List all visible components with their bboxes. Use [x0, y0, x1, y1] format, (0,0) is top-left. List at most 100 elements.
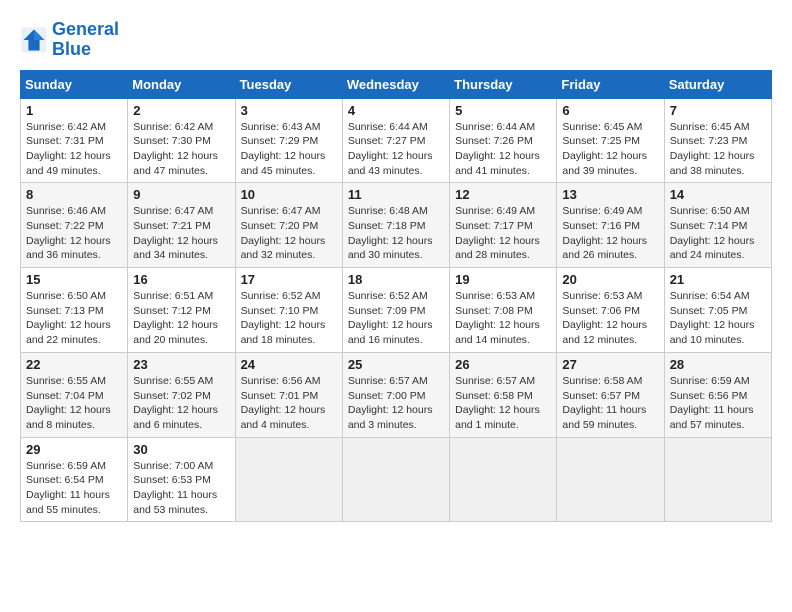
- weekday-header-row: SundayMondayTuesdayWednesdayThursdayFrid…: [21, 70, 772, 98]
- day-number: 8: [26, 187, 122, 202]
- day-cell-28: 28 Sunrise: 6:59 AM Sunset: 6:56 PM Dayli…: [664, 352, 771, 437]
- day-number: 29: [26, 442, 122, 457]
- day-info: Sunrise: 6:45 AM Sunset: 7:25 PM Dayligh…: [562, 120, 658, 179]
- day-cell-4: 4 Sunrise: 6:44 AM Sunset: 7:27 PM Daylig…: [342, 98, 449, 183]
- day-info: Sunrise: 6:52 AM Sunset: 7:10 PM Dayligh…: [241, 289, 337, 348]
- day-number: 13: [562, 187, 658, 202]
- day-number: 15: [26, 272, 122, 287]
- day-info: Sunrise: 6:42 AM Sunset: 7:31 PM Dayligh…: [26, 120, 122, 179]
- calendar-week-5: 29 Sunrise: 6:59 AM Sunset: 6:54 PM Dayli…: [21, 437, 772, 522]
- calendar-header: SundayMondayTuesdayWednesdayThursdayFrid…: [21, 70, 772, 98]
- day-info: Sunrise: 6:57 AM Sunset: 7:00 PM Dayligh…: [348, 374, 444, 433]
- day-info: Sunrise: 6:47 AM Sunset: 7:21 PM Dayligh…: [133, 204, 229, 263]
- day-info: Sunrise: 6:59 AM Sunset: 6:54 PM Dayligh…: [26, 459, 122, 518]
- day-info: Sunrise: 6:45 AM Sunset: 7:23 PM Dayligh…: [670, 120, 766, 179]
- calendar-body: 1 Sunrise: 6:42 AM Sunset: 7:31 PM Daylig…: [21, 98, 772, 522]
- day-info: Sunrise: 6:55 AM Sunset: 7:02 PM Dayligh…: [133, 374, 229, 433]
- day-info: Sunrise: 6:42 AM Sunset: 7:30 PM Dayligh…: [133, 120, 229, 179]
- day-cell-8: 8 Sunrise: 6:46 AM Sunset: 7:22 PM Daylig…: [21, 183, 128, 268]
- weekday-saturday: Saturday: [664, 70, 771, 98]
- day-cell-14: 14 Sunrise: 6:50 AM Sunset: 7:14 PM Dayli…: [664, 183, 771, 268]
- day-cell-19: 19Sunrise: 6:53 AM Sunset: 7:08 PM Dayli…: [450, 268, 557, 353]
- weekday-thursday: Thursday: [450, 70, 557, 98]
- page-header: General Blue: [20, 20, 772, 60]
- day-number: 1: [26, 103, 122, 118]
- day-cell-9: 9 Sunrise: 6:47 AM Sunset: 7:21 PM Daylig…: [128, 183, 235, 268]
- day-info: Sunrise: 6:55 AM Sunset: 7:04 PM Dayligh…: [26, 374, 122, 433]
- day-cell-16: 16 Sunrise: 6:51 AM Sunset: 7:12 PM Dayli…: [128, 268, 235, 353]
- empty-cell: [664, 437, 771, 522]
- day-cell-10: 10 Sunrise: 6:47 AM Sunset: 7:20 PM Dayli…: [235, 183, 342, 268]
- day-info: Sunrise: 6:54 AM Sunset: 7:05 PM Dayligh…: [670, 289, 766, 348]
- weekday-monday: Monday: [128, 70, 235, 98]
- weekday-sunday: Sunday: [21, 70, 128, 98]
- day-number: 4: [348, 103, 444, 118]
- day-number: 25: [348, 357, 444, 372]
- day-cell-30: 30Sunrise: 7:00 AM Sunset: 6:53 PM Dayli…: [128, 437, 235, 522]
- day-cell-12: 12Sunrise: 6:49 AM Sunset: 7:17 PM Dayli…: [450, 183, 557, 268]
- day-info: Sunrise: 6:49 AM Sunset: 7:16 PM Dayligh…: [562, 204, 658, 263]
- weekday-wednesday: Wednesday: [342, 70, 449, 98]
- day-cell-18: 18 Sunrise: 6:52 AM Sunset: 7:09 PM Dayli…: [342, 268, 449, 353]
- day-cell-26: 26 Sunrise: 6:57 AM Sunset: 6:58 PM Dayli…: [450, 352, 557, 437]
- day-number: 17: [241, 272, 337, 287]
- day-info: Sunrise: 6:56 AM Sunset: 7:01 PM Dayligh…: [241, 374, 337, 433]
- day-number: 11: [348, 187, 444, 202]
- day-info: Sunrise: 6:59 AM Sunset: 6:56 PM Dayligh…: [670, 374, 766, 433]
- day-info: Sunrise: 6:44 AM Sunset: 7:27 PM Dayligh…: [348, 120, 444, 179]
- day-number: 28: [670, 357, 766, 372]
- day-cell-17: 17 Sunrise: 6:52 AM Sunset: 7:10 PM Dayli…: [235, 268, 342, 353]
- empty-cell: [557, 437, 664, 522]
- day-cell-21: 21 Sunrise: 6:54 AM Sunset: 7:05 PM Dayli…: [664, 268, 771, 353]
- day-number: 10: [241, 187, 337, 202]
- day-info: Sunrise: 6:48 AM Sunset: 7:18 PM Dayligh…: [348, 204, 444, 263]
- calendar-week-3: 15 Sunrise: 6:50 AM Sunset: 7:13 PM Dayli…: [21, 268, 772, 353]
- day-number: 9: [133, 187, 229, 202]
- day-cell-23: 23 Sunrise: 6:55 AM Sunset: 7:02 PM Dayli…: [128, 352, 235, 437]
- day-cell-29: 29 Sunrise: 6:59 AM Sunset: 6:54 PM Dayli…: [21, 437, 128, 522]
- day-number: 3: [241, 103, 337, 118]
- day-info: Sunrise: 6:46 AM Sunset: 7:22 PM Dayligh…: [26, 204, 122, 263]
- logo-icon: [20, 26, 48, 54]
- day-number: 22: [26, 357, 122, 372]
- day-number: 2: [133, 103, 229, 118]
- day-cell-27: 27Sunrise: 6:58 AM Sunset: 6:57 PM Dayli…: [557, 352, 664, 437]
- day-info: Sunrise: 6:43 AM Sunset: 7:29 PM Dayligh…: [241, 120, 337, 179]
- day-info: Sunrise: 6:53 AM Sunset: 7:08 PM Dayligh…: [455, 289, 551, 348]
- day-cell-22: 22 Sunrise: 6:55 AM Sunset: 7:04 PM Dayli…: [21, 352, 128, 437]
- logo-text: General Blue: [52, 20, 119, 60]
- day-cell-25: 25 Sunrise: 6:57 AM Sunset: 7:00 PM Dayli…: [342, 352, 449, 437]
- day-number: 26: [455, 357, 551, 372]
- day-info: Sunrise: 7:00 AM Sunset: 6:53 PM Dayligh…: [133, 459, 229, 518]
- calendar-week-1: 1 Sunrise: 6:42 AM Sunset: 7:31 PM Daylig…: [21, 98, 772, 183]
- weekday-friday: Friday: [557, 70, 664, 98]
- day-info: Sunrise: 6:50 AM Sunset: 7:13 PM Dayligh…: [26, 289, 122, 348]
- empty-cell: [235, 437, 342, 522]
- day-cell-2: 2 Sunrise: 6:42 AM Sunset: 7:30 PM Daylig…: [128, 98, 235, 183]
- day-cell-24: 24 Sunrise: 6:56 AM Sunset: 7:01 PM Dayli…: [235, 352, 342, 437]
- day-cell-5: 5 Sunrise: 6:44 AM Sunset: 7:26 PM Daylig…: [450, 98, 557, 183]
- day-info: Sunrise: 6:53 AM Sunset: 7:06 PM Dayligh…: [562, 289, 658, 348]
- day-number: 5: [455, 103, 551, 118]
- empty-cell: [342, 437, 449, 522]
- day-info: Sunrise: 6:44 AM Sunset: 7:26 PM Dayligh…: [455, 120, 551, 179]
- day-number: 24: [241, 357, 337, 372]
- day-number: 20: [562, 272, 658, 287]
- day-cell-15: 15 Sunrise: 6:50 AM Sunset: 7:13 PM Dayli…: [21, 268, 128, 353]
- day-info: Sunrise: 6:49 AM Sunset: 7:17 PM Dayligh…: [455, 204, 551, 263]
- day-cell-20: 20 Sunrise: 6:53 AM Sunset: 7:06 PM Dayli…: [557, 268, 664, 353]
- day-info: Sunrise: 6:47 AM Sunset: 7:20 PM Dayligh…: [241, 204, 337, 263]
- day-info: Sunrise: 6:50 AM Sunset: 7:14 PM Dayligh…: [670, 204, 766, 263]
- empty-cell: [450, 437, 557, 522]
- day-cell-7: 7Sunrise: 6:45 AM Sunset: 7:23 PM Daylig…: [664, 98, 771, 183]
- day-number: 23: [133, 357, 229, 372]
- day-number: 14: [670, 187, 766, 202]
- day-info: Sunrise: 6:57 AM Sunset: 6:58 PM Dayligh…: [455, 374, 551, 433]
- day-info: Sunrise: 6:51 AM Sunset: 7:12 PM Dayligh…: [133, 289, 229, 348]
- day-number: 6: [562, 103, 658, 118]
- day-info: Sunrise: 6:52 AM Sunset: 7:09 PM Dayligh…: [348, 289, 444, 348]
- day-number: 16: [133, 272, 229, 287]
- day-number: 21: [670, 272, 766, 287]
- day-cell-1: 1 Sunrise: 6:42 AM Sunset: 7:31 PM Daylig…: [21, 98, 128, 183]
- day-number: 18: [348, 272, 444, 287]
